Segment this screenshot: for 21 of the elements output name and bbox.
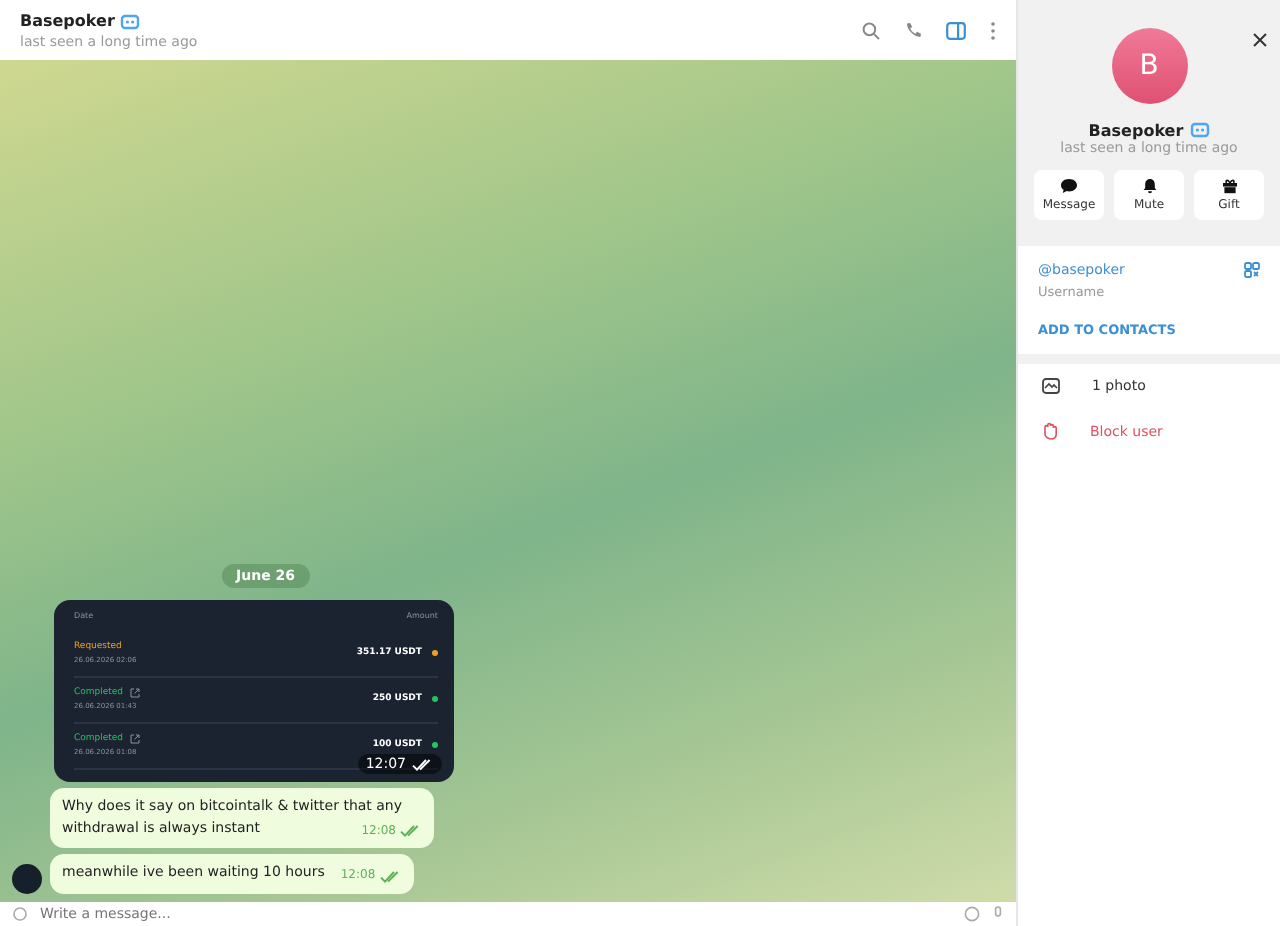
profile-name: Basepoker xyxy=(1088,121,1184,139)
phone-icon[interactable] xyxy=(904,21,922,39)
hand-icon xyxy=(1042,422,1058,440)
external-link-icon xyxy=(129,688,140,699)
avatar xyxy=(12,864,42,894)
photo-icon xyxy=(1042,378,1060,394)
search-icon[interactable] xyxy=(862,21,880,39)
bot-badge-icon xyxy=(1189,120,1210,140)
double-check-icon xyxy=(412,757,434,772)
sidebar-toggle-icon[interactable] xyxy=(946,21,966,39)
double-check-icon xyxy=(379,870,402,885)
double-check-icon xyxy=(400,824,422,839)
chat-title: Basepoker xyxy=(20,12,115,30)
speech-bubble-icon xyxy=(1060,178,1078,194)
external-link-icon xyxy=(129,734,140,745)
bell-icon xyxy=(1141,178,1157,194)
bot-badge-icon xyxy=(120,11,141,31)
more-icon[interactable] xyxy=(990,21,996,39)
gift-icon xyxy=(1221,178,1237,194)
profile-avatar: B xyxy=(1111,28,1187,104)
qr-code-icon[interactable] xyxy=(1244,262,1260,278)
